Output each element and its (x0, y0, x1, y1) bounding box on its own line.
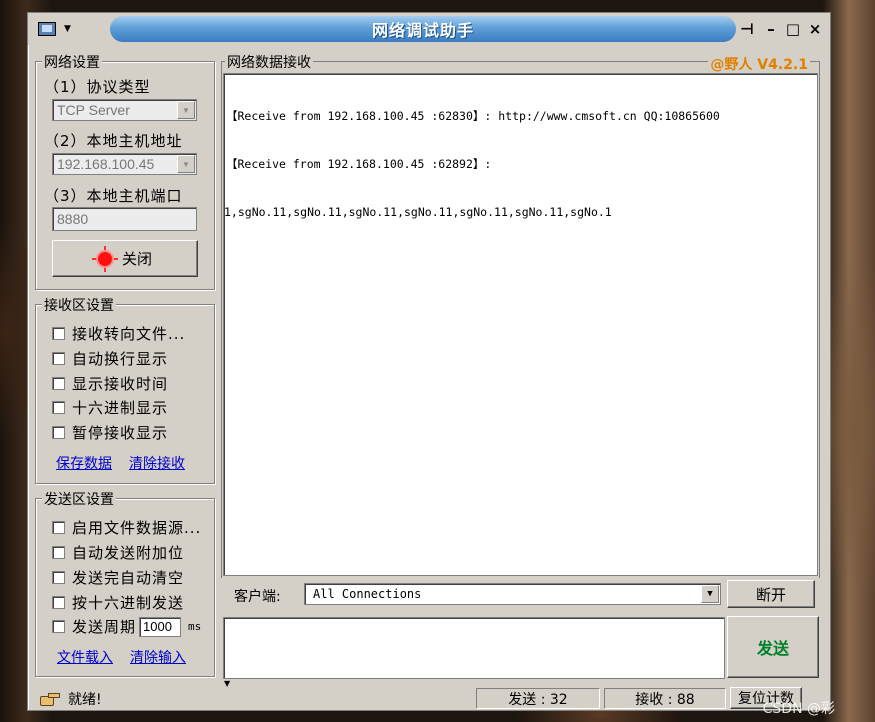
send-period-label: 发送周期 (72, 618, 137, 636)
title-bar[interactable]: ▼ 网络调试助手 ⊣ – □ × (28, 13, 830, 45)
recv-option-label: 暂停接收显示 (72, 424, 169, 442)
disconnect-button[interactable]: 断开 (727, 580, 815, 608)
send-option-label: 自动发送附加位 (72, 544, 185, 562)
maximize-icon[interactable]: □ (784, 20, 802, 38)
send-option-hex[interactable]: 按十六进制发送 (52, 592, 184, 613)
host-value: 192.168.100.45 (57, 156, 155, 172)
disconnect-label: 断开 (755, 585, 786, 604)
recv-option-label: 接收转向文件... (72, 325, 186, 343)
clear-input-link[interactable]: 清除输入 (130, 647, 186, 667)
port-input[interactable]: 8880 (52, 207, 197, 231)
checkbox[interactable] (52, 620, 65, 633)
recv-option-auto-wrap[interactable]: 自动换行显示 (52, 348, 168, 369)
pin-icon[interactable]: ⊣ (736, 20, 758, 38)
recv-count-panel: 接收 : 88 (604, 688, 726, 709)
send-option-append[interactable]: 自动发送附加位 (52, 542, 184, 563)
checkbox[interactable] (52, 426, 65, 439)
checkbox[interactable] (52, 521, 65, 534)
recv-option-label: 显示接收时间 (72, 375, 169, 393)
send-text-area[interactable] (223, 617, 725, 679)
recv-option-show-time[interactable]: 显示接收时间 (52, 373, 168, 394)
send-button-label: 发送 (756, 639, 789, 658)
chevron-down-icon: ▼ (64, 24, 71, 34)
send-settings-group: 发送区设置 启用文件数据源... 自动发送附加位 发送完自动清空 按十六进制发送… (35, 489, 215, 677)
send-period-unit: ms (188, 620, 202, 633)
port-label: （3）本地主机端口 (44, 187, 183, 205)
send-option-label: 启用文件数据源... (72, 519, 202, 537)
protocol-value: TCP Server (57, 102, 130, 118)
checkbox[interactable] (52, 352, 65, 365)
send-option-file-source[interactable]: 启用文件数据源... (52, 517, 201, 538)
sent-count-panel: 发送 : 32 (476, 688, 600, 709)
recv-option-label: 自动换行显示 (72, 350, 169, 368)
net-settings-group: 网络设置 （1）协议类型 TCP Server ▼ （2）本地主机地址 192.… (35, 52, 215, 290)
checkbox[interactable] (52, 596, 65, 609)
network-app-icon (38, 22, 56, 36)
net-settings-label: 网络设置 (42, 52, 102, 72)
protocol-label: （1）协议类型 (44, 78, 151, 96)
recv-option-to-file[interactable]: 接收转向文件... (52, 323, 185, 344)
recv-line: 【Receive from 192.168.100.45 :62892】: (226, 157, 492, 171)
status-ready: 就绪! (68, 691, 102, 708)
send-button[interactable]: 发送 (727, 616, 819, 678)
close-connection-button[interactable]: 关闭 (52, 240, 198, 277)
host-select[interactable]: 192.168.100.45 ▼ (52, 153, 197, 175)
recv-settings-group: 接收区设置 接收转向文件... 自动换行显示 显示接收时间 十六进制显示 暂停接… (35, 295, 215, 484)
checkbox[interactable] (52, 327, 65, 340)
recv-line: 【Receive from 192.168.100.45 :62830】: ht… (226, 109, 720, 123)
checkbox[interactable] (52, 401, 65, 414)
checkbox[interactable] (52, 546, 65, 559)
recv-area-label: 网络数据接收 (225, 52, 313, 72)
recv-option-pause[interactable]: 暂停接收显示 (52, 422, 168, 443)
chevron-down-icon[interactable]: ▼ (177, 101, 195, 119)
recv-option-label: 十六进制显示 (72, 399, 169, 417)
status-bar: 就绪! 发送 : 32 接收 : 88 复位计数 (28, 686, 830, 710)
status-ready-panel: 就绪! (33, 688, 183, 709)
recv-option-hex[interactable]: 十六进制显示 (52, 397, 168, 418)
stop-icon (91, 245, 118, 272)
send-option-label: 发送完自动清空 (72, 569, 185, 587)
client-label: 客户端: (234, 589, 281, 605)
minimize-icon[interactable]: – (762, 20, 780, 38)
client-selected: All Connections (313, 587, 422, 601)
recv-settings-label: 接收区设置 (42, 295, 116, 315)
client-select[interactable]: All Connections ▼ (304, 583, 721, 605)
recv-count: 接收 : 88 (635, 691, 695, 708)
send-period-row: 发送周期 1000 ms (52, 616, 201, 637)
watermark: CSDN @彩 (762, 701, 835, 717)
app-window: ▼ 网络调试助手 ⊣ – □ × 网络设置 （1）协议类型 TCP Server… (27, 12, 831, 711)
hand-pointer-icon (40, 692, 60, 706)
chevron-down-icon[interactable]: ▼ (177, 155, 195, 173)
close-icon[interactable]: × (806, 20, 824, 38)
receive-text-area[interactable]: 【Receive from 192.168.100.45 :62830】: ht… (223, 73, 818, 576)
send-option-label: 按十六进制发送 (72, 594, 185, 612)
file-load-link[interactable]: 文件载入 (57, 647, 113, 667)
sent-count: 发送 : 32 (508, 691, 568, 708)
version-label: @野人 V4.2.1 (708, 54, 810, 74)
send-period-input[interactable]: 1000 (139, 616, 182, 637)
checkbox[interactable] (52, 377, 65, 390)
clear-receive-link[interactable]: 清除接收 (129, 453, 185, 473)
protocol-select[interactable]: TCP Server ▼ (52, 99, 197, 121)
recv-line: 1,sgNo.11,sgNo.11,sgNo.11,sgNo.11,sgNo.1… (224, 205, 612, 219)
window-title: 网络调试助手 (110, 16, 736, 42)
chevron-down-icon[interactable]: ▼ (701, 585, 719, 603)
close-button-label: 关闭 (121, 250, 152, 268)
host-label: （2）本地主机地址 (44, 132, 183, 150)
checkbox[interactable] (52, 571, 65, 584)
send-settings-label: 发送区设置 (42, 489, 116, 509)
save-data-link[interactable]: 保存数据 (56, 453, 112, 473)
system-menu-button[interactable]: ▼ (34, 16, 100, 42)
send-option-auto-clear[interactable]: 发送完自动清空 (52, 567, 184, 588)
window-controls: ⊣ – □ × (736, 17, 824, 41)
